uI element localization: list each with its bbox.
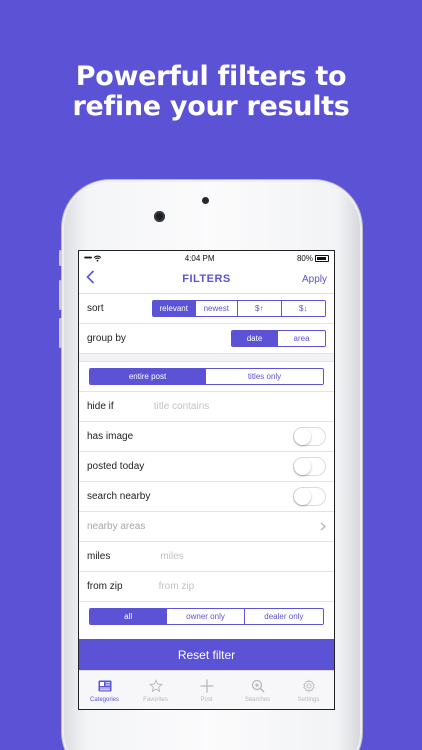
nearby-areas-row[interactable]: nearby areas bbox=[79, 512, 334, 542]
categories-icon bbox=[97, 679, 112, 694]
seller-type-segmented-control: all owner only dealer only bbox=[89, 607, 324, 625]
sort-option-price-asc[interactable]: $↑ bbox=[238, 301, 282, 316]
signal-dots: ••••• bbox=[84, 254, 92, 262]
gear-icon bbox=[301, 679, 316, 694]
tab-favorites[interactable]: Favorites bbox=[130, 671, 181, 709]
posted-today-row: posted today bbox=[79, 452, 334, 482]
hide-if-label: hide if bbox=[87, 401, 114, 412]
seller-type-row: all owner only dealer only bbox=[79, 602, 334, 630]
plus-icon bbox=[199, 679, 214, 694]
phone-camera bbox=[154, 211, 165, 222]
group-by-segmented-control: date area bbox=[231, 330, 326, 347]
hide-if-input[interactable]: title contains bbox=[154, 401, 326, 412]
chevron-left-icon bbox=[86, 269, 95, 284]
reset-filter-button[interactable]: Reset filter bbox=[79, 639, 334, 670]
phone-volume-up bbox=[59, 280, 62, 310]
from-zip-row: from zip from zip bbox=[79, 572, 334, 602]
headline: Powerful filters to refine your results bbox=[0, 62, 422, 122]
sort-label: sort bbox=[87, 303, 104, 314]
battery: 80% bbox=[297, 254, 329, 263]
tab-label: Categories bbox=[89, 696, 119, 703]
toggle-knob bbox=[294, 488, 311, 505]
battery-icon bbox=[314, 254, 329, 262]
tab-label: Post bbox=[200, 696, 213, 703]
seller-option-all[interactable]: all bbox=[90, 608, 168, 624]
status-bar: ••••• 4:04 PM 80% bbox=[79, 251, 334, 265]
star-icon bbox=[148, 679, 163, 694]
nav-bar: FILTERS Apply bbox=[79, 265, 334, 294]
tab-searches[interactable]: Searches bbox=[232, 671, 283, 709]
phone-mute-switch bbox=[59, 250, 62, 266]
wifi-icon bbox=[93, 255, 102, 262]
page-title: FILTERS bbox=[182, 273, 231, 285]
seller-option-dealer-only[interactable]: dealer only bbox=[244, 608, 323, 624]
search-nearby-toggle[interactable] bbox=[293, 487, 326, 506]
tab-label: Searches bbox=[244, 696, 271, 703]
miles-label: miles bbox=[87, 551, 111, 562]
toggle-knob bbox=[294, 458, 311, 475]
group-by-option-area[interactable]: area bbox=[278, 331, 325, 346]
tab-label: Settings bbox=[297, 696, 320, 703]
headline-line-1: Powerful filters to bbox=[75, 61, 347, 92]
search-nearby-row: search nearby bbox=[79, 482, 334, 512]
sort-segmented-control: relevant newest $↑ $↓ bbox=[152, 300, 326, 317]
back-button[interactable] bbox=[86, 269, 116, 289]
posted-today-toggle[interactable] bbox=[293, 457, 326, 476]
scope-option-entire-post[interactable]: entire post bbox=[90, 369, 207, 384]
toggle-knob bbox=[294, 428, 311, 445]
phone-screen: ••••• 4:04 PM 80% FILTERS Apply sort rel… bbox=[78, 250, 335, 710]
sort-option-price-desc[interactable]: $↓ bbox=[281, 301, 325, 316]
tab-categories[interactable]: Categories bbox=[79, 671, 130, 709]
search-nearby-label: search nearby bbox=[87, 491, 151, 502]
tab-settings[interactable]: Settings bbox=[283, 671, 334, 709]
tab-label: Favorites bbox=[143, 696, 168, 703]
battery-percent: 80% bbox=[296, 253, 313, 263]
search-icon bbox=[250, 679, 265, 694]
section-divider bbox=[79, 354, 334, 362]
apply-button[interactable]: Apply bbox=[302, 274, 327, 285]
status-time: 4:04 PM bbox=[184, 253, 215, 263]
phone-speaker bbox=[202, 197, 209, 204]
has-image-toggle[interactable] bbox=[293, 427, 326, 446]
has-image-label: has image bbox=[87, 431, 134, 442]
tab-bar: Categories Favorites Post Searches Setti… bbox=[79, 670, 334, 709]
miles-input[interactable]: miles bbox=[160, 551, 326, 562]
hide-if-row: hide if title contains bbox=[79, 392, 334, 422]
phone-frame: ••••• 4:04 PM 80% FILTERS Apply sort rel… bbox=[59, 180, 362, 750]
seller-option-owner-only[interactable]: owner only bbox=[167, 608, 245, 624]
posted-today-label: posted today bbox=[87, 461, 145, 472]
nearby-areas-label: nearby areas bbox=[87, 521, 146, 532]
search-scope-segmented-control: entire post titles only bbox=[89, 368, 324, 385]
from-zip-label: from zip bbox=[87, 581, 123, 592]
miles-row: miles miles bbox=[79, 542, 334, 572]
search-scope-row: entire post titles only bbox=[79, 362, 334, 392]
has-image-row: has image bbox=[79, 422, 334, 452]
group-by-row: group by date area bbox=[79, 324, 334, 354]
group-by-option-date[interactable]: date bbox=[232, 331, 279, 346]
group-by-label: group by bbox=[87, 333, 126, 344]
tab-post[interactable]: Post bbox=[181, 671, 232, 709]
status-left: ••••• bbox=[84, 255, 102, 262]
scope-option-titles-only[interactable]: titles only bbox=[206, 369, 323, 384]
headline-line-2: refine your results bbox=[72, 91, 350, 122]
phone-volume-down bbox=[59, 318, 62, 348]
from-zip-input[interactable]: from zip bbox=[159, 581, 326, 592]
sort-row: sort relevant newest $↑ $↓ bbox=[79, 294, 334, 324]
sort-option-relevant[interactable]: relevant bbox=[153, 301, 196, 316]
chevron-right-icon bbox=[320, 522, 326, 531]
sort-option-newest[interactable]: newest bbox=[195, 301, 239, 316]
